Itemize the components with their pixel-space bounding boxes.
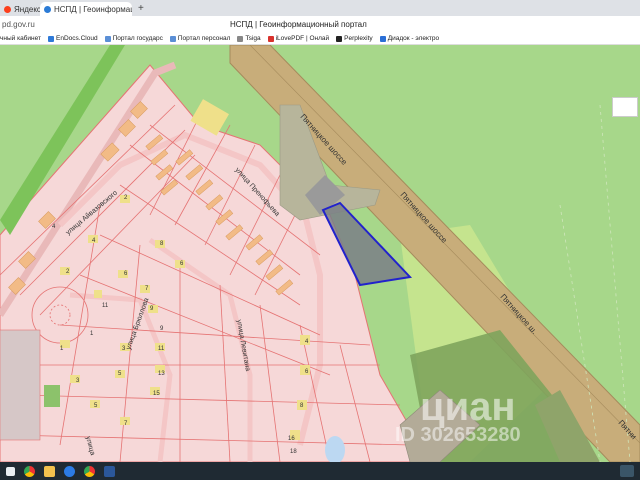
- bookmarks-bar: чный кабинет EnDocs.Cloud Портал государ…: [0, 33, 640, 45]
- start-icon[interactable]: [6, 466, 15, 476]
- watermark-id: ID 302653280: [395, 424, 521, 446]
- tab-nspd-label: НСПД | Геоинформац: [54, 4, 132, 14]
- map-svg: Пятницкое шоссе Пятницкое шоссе Пятницко…: [0, 45, 640, 462]
- map-control-box[interactable]: [612, 97, 638, 117]
- building-block: [0, 329, 41, 441]
- bookmark-item[interactable]: Портал персонал: [169, 35, 231, 42]
- house-number: 11: [158, 346, 165, 352]
- tab-bar: Яндекс нал НСПД | Геоинформац × +: [0, 0, 640, 16]
- tab-yandex[interactable]: Яндекс нал: [0, 2, 40, 16]
- tab-nspd[interactable]: НСПД | Геоинформац ×: [40, 2, 132, 16]
- bookmark-item[interactable]: Диадок - электро: [379, 35, 440, 42]
- perplexity-icon: [336, 35, 343, 42]
- house-number: 16: [288, 436, 295, 442]
- gov-icon: [169, 35, 176, 42]
- explorer-icon[interactable]: [44, 465, 55, 477]
- app-icon[interactable]: [64, 465, 75, 477]
- house-number: 15: [153, 391, 160, 397]
- map-canvas[interactable]: Пятницкое шоссе Пятницкое шоссе Пятницко…: [0, 45, 640, 462]
- bookmark-label: Портал персонал: [177, 35, 231, 42]
- bookmark-item[interactable]: Портал государс: [104, 35, 163, 42]
- green-patch: [44, 385, 60, 407]
- bookmark-label: Tsiga: [245, 35, 261, 42]
- watermark-text: циан: [420, 385, 516, 429]
- bookmark-label: iLovePDF | Онлай: [275, 35, 330, 42]
- bookmark-item[interactable]: чный кабинет: [0, 35, 41, 42]
- tab-yandex-label: Яндекс нал: [14, 4, 40, 14]
- bookmark-label: Портал государс: [112, 35, 163, 42]
- nspd-favicon-icon: [44, 5, 51, 13]
- house-number: 18: [290, 449, 297, 455]
- pdf-icon: [267, 35, 274, 42]
- bookmark-item[interactable]: iLovePDF | Онлай: [267, 35, 330, 42]
- bookmark-item[interactable]: Perplexity: [336, 35, 373, 42]
- yandex-favicon-icon: [4, 5, 11, 13]
- gov-icon: [104, 35, 111, 42]
- bookmark-label: Диадок - электро: [387, 35, 440, 42]
- bookmark-item[interactable]: Tsiga: [237, 35, 261, 42]
- taskbar: [0, 462, 640, 480]
- address-bar[interactable]: pd.gov.ru НСПД | Геоинформационный порта…: [0, 16, 640, 33]
- chrome-icon[interactable]: [84, 465, 95, 477]
- chrome-icon[interactable]: [24, 465, 35, 477]
- bookmark-label: EnDocs.Cloud: [56, 35, 98, 42]
- new-tab-button[interactable]: +: [132, 2, 150, 16]
- bookmark-item[interactable]: EnDocs.Cloud: [48, 35, 98, 42]
- cloud-icon: [48, 35, 55, 42]
- bookmark-label: чный кабинет: [0, 35, 42, 42]
- word-icon[interactable]: [104, 465, 115, 477]
- url-text[interactable]: pd.gov.ru: [0, 20, 50, 29]
- house-number: 13: [158, 371, 165, 377]
- bookmark-label: Perplexity: [344, 35, 373, 42]
- diadoc-icon: [379, 35, 386, 42]
- page-title: НСПД | Геоинформационный портал: [230, 20, 367, 29]
- system-tray-icon[interactable]: [620, 465, 634, 477]
- bookmark-icon: [237, 35, 244, 42]
- house-number: 11: [102, 303, 109, 309]
